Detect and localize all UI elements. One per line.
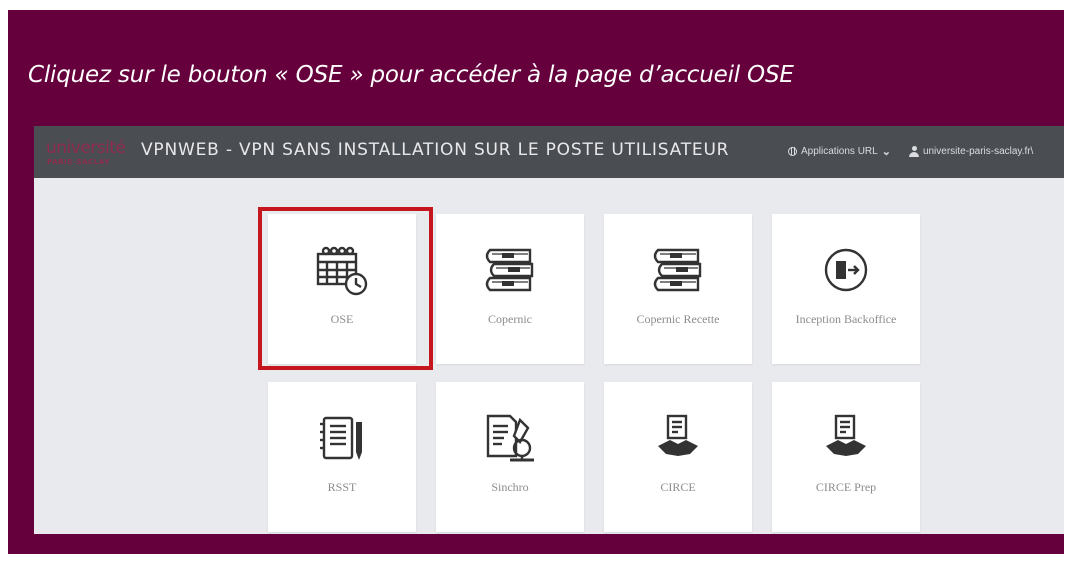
books-stack-icon <box>485 248 534 292</box>
tile-circe-prep[interactable]: CIRCE Prep <box>772 382 920 532</box>
contract-handshake-icon <box>658 414 698 456</box>
university-logo[interactable]: université PARIS-SACLAY <box>46 138 136 168</box>
logo-wordmark: université <box>46 138 126 158</box>
top-bar-menus: Applications URL ⌄ universite-paris-sacl… <box>788 145 1033 158</box>
tile-label: Inception Backoffice <box>795 312 897 326</box>
notebook-pencil-icon <box>320 416 362 460</box>
user-icon <box>908 146 919 157</box>
logo-subtitle: PARIS-SACLAY <box>47 158 110 166</box>
top-bar: université PARIS-SACLAY VPNWEB - VPN SAN… <box>34 126 1064 178</box>
tile-inception-backoffice[interactable]: Inception Backoffice <box>772 214 920 364</box>
tile-sinchro[interactable]: Sinchro <box>436 382 584 532</box>
tile-label: Copernic Recette <box>636 312 720 326</box>
document-microscope-icon <box>486 414 534 462</box>
applications-url-menu[interactable]: Applications URL <box>801 146 878 157</box>
tile-label: CIRCE Prep <box>815 480 877 494</box>
tile-label: RSST <box>327 480 357 494</box>
vpnweb-screenshot: université PARIS-SACLAY VPNWEB - VPN SAN… <box>34 126 1064 534</box>
contract-handshake-icon <box>826 414 866 456</box>
globe-icon <box>788 147 797 156</box>
tile-label: Copernic <box>488 312 532 326</box>
tile-label: Sinchro <box>491 480 529 494</box>
tile-rsst[interactable]: RSST <box>268 382 416 532</box>
instruction-text: Cliquez sur le bouton « OSE » pour accéd… <box>28 62 794 88</box>
tile-label: CIRCE <box>660 480 696 494</box>
chevron-down-icon[interactable]: ⌄ <box>882 145 891 158</box>
page-title: VPNWEB - VPN SANS INSTALLATION SUR LE PO… <box>141 140 730 160</box>
user-menu[interactable]: universite-paris-saclay.fr\ <box>923 146 1033 157</box>
tile-copernic-recette[interactable]: Copernic Recette <box>604 214 752 364</box>
tile-circe[interactable]: CIRCE <box>604 382 752 532</box>
ose-highlight-box <box>258 207 433 370</box>
tile-copernic[interactable]: Copernic <box>436 214 584 364</box>
books-stack-icon <box>653 248 702 292</box>
sign-in-icon <box>824 248 868 292</box>
